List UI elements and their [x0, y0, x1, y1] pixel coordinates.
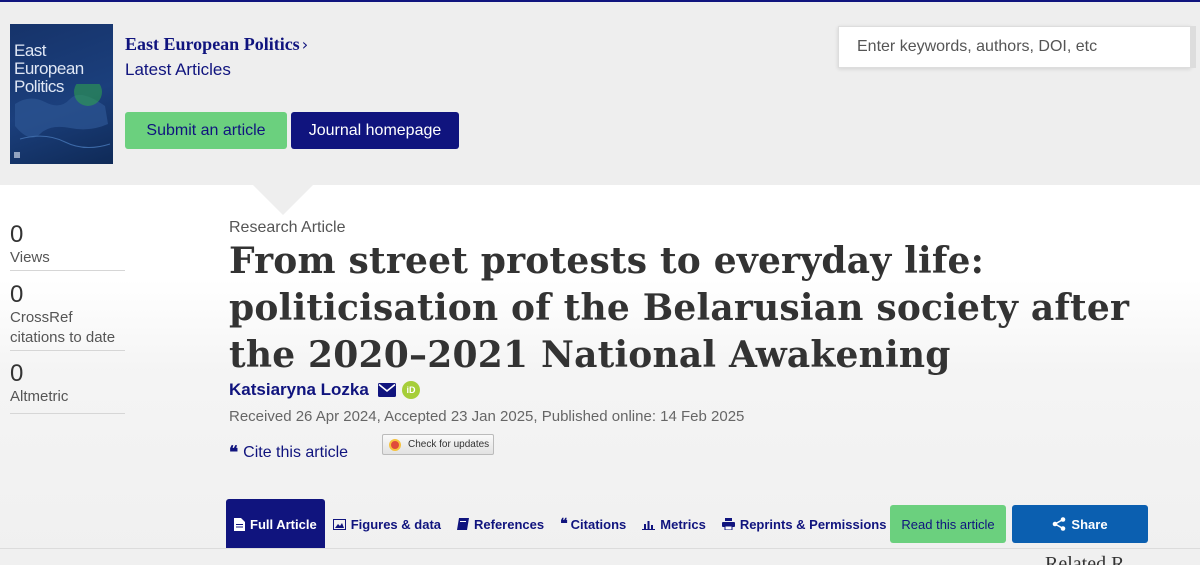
share-button[interactable]: Share [1012, 505, 1148, 543]
journal-title-link[interactable]: East European Politics › [125, 34, 308, 55]
article-tabs: Full Article Figures & data References ❝… [226, 499, 894, 549]
print-icon [721, 518, 735, 530]
tab-metrics[interactable]: Metrics [634, 499, 714, 549]
metric-divider [10, 270, 125, 271]
latest-articles-link[interactable]: Latest Articles [125, 60, 231, 80]
search-box [838, 26, 1191, 68]
read-article-button[interactable]: Read this article [890, 505, 1006, 543]
chevron-right-icon: › [301, 35, 309, 54]
bar-chart-icon [642, 520, 656, 530]
mail-icon[interactable] [378, 383, 396, 397]
publication-dates: Received 26 Apr 2024, Accepted 23 Jan 20… [229, 408, 745, 425]
tab-references[interactable]: References [449, 499, 552, 549]
metric-divider [10, 413, 125, 414]
cite-article-link[interactable]: ❝ Cite this article [229, 443, 348, 463]
document-icon [234, 517, 245, 531]
search-scrollbar[interactable] [1190, 26, 1196, 68]
tab-citations[interactable]: ❝ Citations [552, 499, 634, 549]
article-type: Research Article [229, 219, 346, 236]
journal-cover-image[interactable]: East European Politics [10, 24, 113, 164]
tab-full-article[interactable]: Full Article [226, 499, 325, 549]
metric-divider [10, 350, 125, 351]
related-research-heading: Related R [1045, 553, 1125, 565]
header-pointer-notch [253, 185, 313, 215]
metric-views[interactable]: 0 Views [10, 222, 125, 271]
cover-map-graphic [14, 84, 111, 158]
metric-altmetric[interactable]: 0 Altmetric [10, 361, 125, 414]
book-icon [457, 518, 469, 530]
orcid-icon[interactable]: iD [402, 381, 420, 399]
quote-icon: ❝ [229, 443, 239, 463]
tab-reprints-permissions[interactable]: Reprints & Permissions [714, 499, 895, 549]
submit-article-button[interactable]: Submit an article [125, 112, 287, 149]
share-icon [1053, 517, 1066, 531]
image-icon [332, 518, 346, 530]
check-for-updates-button[interactable]: Check for updates [382, 434, 494, 455]
search-input[interactable] [839, 27, 1189, 67]
author-link[interactable]: Katsiaryna Lozka [229, 380, 369, 400]
metric-crossref[interactable]: 0 CrossRef citations to date [10, 282, 125, 351]
tabs-divider [0, 548, 1200, 549]
crossmark-icon [389, 438, 401, 451]
tab-figures-data[interactable]: Figures & data [325, 499, 449, 549]
journal-homepage-button[interactable]: Journal homepage [291, 112, 459, 149]
quote-icon: ❝ [560, 516, 568, 532]
article-title: From street protests to everyday life: p… [229, 240, 1130, 376]
